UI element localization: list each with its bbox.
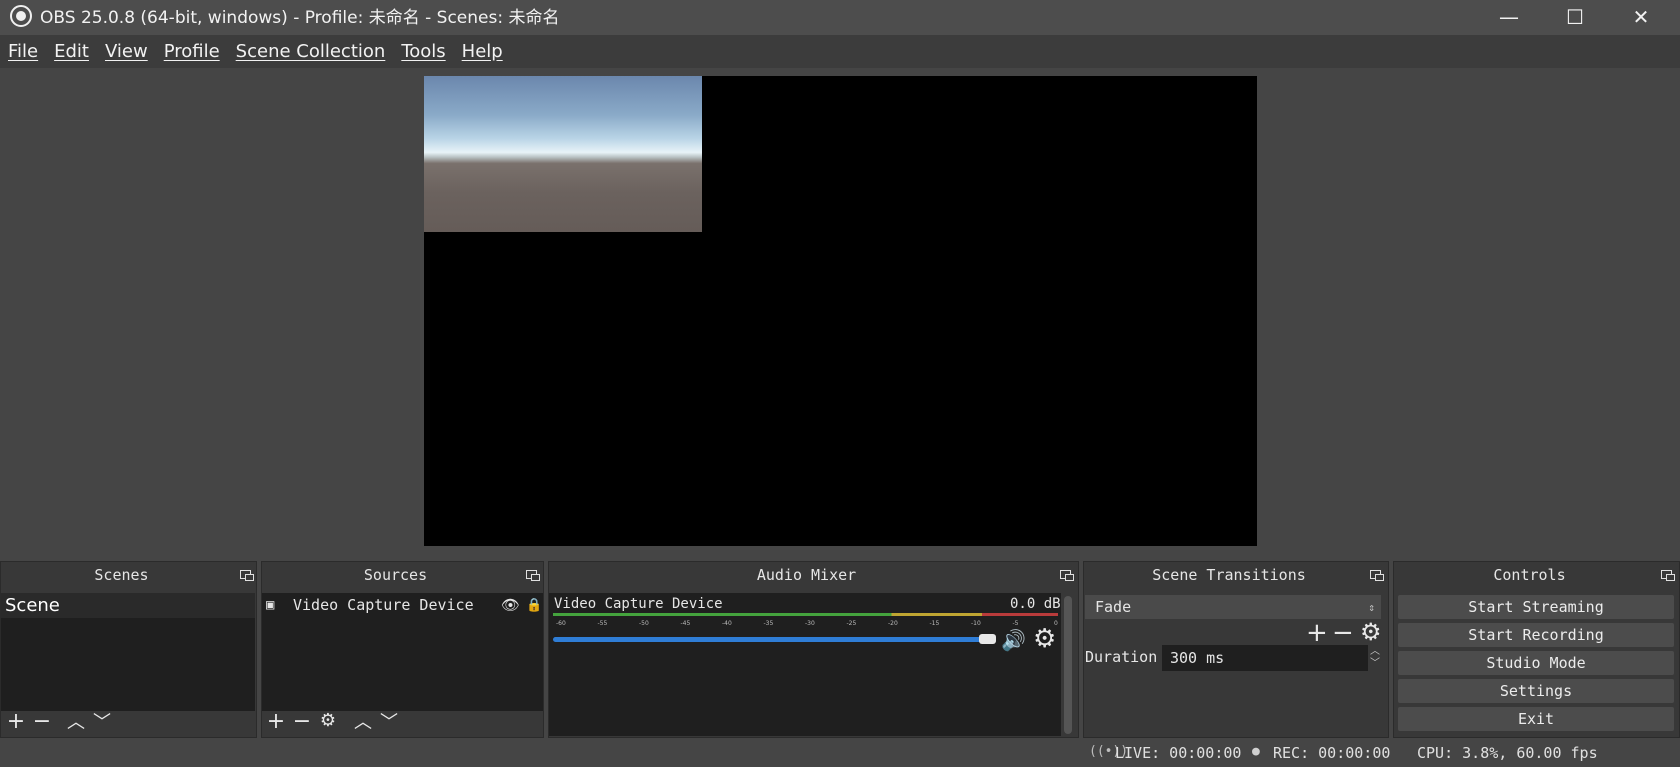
move-source-up-icon[interactable]: ︿ <box>353 714 373 732</box>
mixer-float-icon[interactable] <box>1060 570 1074 581</box>
rec-time: REC: 00:00:00 <box>1273 744 1391 762</box>
move-source-down-icon[interactable]: ﹀ <box>379 714 399 732</box>
mixer-scrollbar[interactable] <box>1064 596 1072 734</box>
start-streaming-button[interactable]: Start Streaming <box>1398 595 1674 619</box>
menu-scene-collection[interactable]: Scene Collection <box>228 41 394 62</box>
transitions-float-icon[interactable] <box>1370 570 1384 581</box>
source-label: Video Capture Device <box>293 596 474 614</box>
studio-mode-button[interactable]: Studio Mode <box>1398 651 1674 675</box>
source-list-item[interactable]: ▣ Video Capture Device 👁 🔒 <box>263 593 542 618</box>
move-scene-down-icon[interactable]: ﹀ <box>92 714 112 732</box>
start-recording-button[interactable]: Start Recording <box>1398 623 1674 647</box>
meter-tick-label: -5 <box>1012 620 1019 627</box>
controls-dock-title: Controls <box>1493 566 1566 584</box>
transition-select[interactable]: Fade <box>1085 595 1381 619</box>
controls-float-icon[interactable] <box>1661 570 1675 581</box>
add-scene-icon[interactable]: + <box>6 711 26 733</box>
cpu-fps: CPU: 3.8%, 60.00 fps <box>1417 744 1598 762</box>
remove-scene-icon[interactable]: − <box>32 711 52 733</box>
meter-tick-label: -25 <box>846 620 857 627</box>
menu-file[interactable]: File <box>0 41 46 62</box>
scene-transitions-dock-title: Scene Transitions <box>1152 566 1306 584</box>
lock-icon[interactable]: 🔒 <box>526 593 542 618</box>
mixer-channel-name: Video Capture Device <box>554 596 723 612</box>
meter-tick-label: -30 <box>805 620 815 627</box>
audio-level-meter <box>553 613 1058 616</box>
meter-tick-label: -45 <box>680 620 691 627</box>
duration-input[interactable]: 300 ms <box>1162 645 1368 671</box>
scenes-dock-title: Scenes <box>94 566 149 584</box>
menu-view[interactable]: View <box>97 41 156 62</box>
exit-button[interactable]: Exit <box>1398 707 1674 731</box>
move-scene-up-icon[interactable]: ︿ <box>66 714 86 732</box>
record-dot-icon: ● <box>1252 744 1260 759</box>
meter-tick-label: -10 <box>971 620 981 627</box>
window-title: OBS 25.0.8 (64-bit, windows) - Profile: … <box>40 8 560 28</box>
volume-slider[interactable] <box>553 637 993 642</box>
title-bar: OBS 25.0.8 (64-bit, windows) - Profile: … <box>0 0 1680 35</box>
menu-edit[interactable]: Edit <box>46 41 97 62</box>
close-button[interactable]: ✕ <box>1608 0 1674 33</box>
meter-tick-label: -55 <box>597 620 608 627</box>
live-time: LIVE: 00:00:00 <box>1115 744 1242 762</box>
camera-icon: ▣ <box>266 597 275 613</box>
meter-tick-label: -35 <box>763 620 774 627</box>
obs-logo-icon <box>10 5 32 27</box>
spin-down-icon[interactable]: ﹀ <box>1370 658 1380 670</box>
audio-mixer-dock-title: Audio Mixer <box>756 566 857 584</box>
add-transition-icon[interactable]: + <box>1306 620 1328 646</box>
menu-tools[interactable]: Tools <box>393 41 453 62</box>
spin-up-icon[interactable]: ︿ <box>1370 646 1380 658</box>
mixer-gear-icon[interactable]: ⚙ <box>1033 624 1056 654</box>
video-capture-preview[interactable] <box>424 76 702 232</box>
meter-tick-label: -50 <box>639 620 649 627</box>
maximize-button[interactable]: ☐ <box>1542 0 1608 33</box>
menu-profile[interactable]: Profile <box>156 41 228 62</box>
duration-spinner[interactable]: ︿ ﹀ <box>1368 645 1382 671</box>
volume-slider-handle[interactable] <box>979 634 996 644</box>
meter-tick-label: -60 <box>556 620 566 627</box>
mixer-db-readout: 0.0 dB <box>1010 596 1061 612</box>
meter-tick-label: -20 <box>888 620 898 627</box>
sources-float-icon[interactable] <box>526 570 540 581</box>
remove-transition-icon[interactable]: − <box>1332 620 1354 646</box>
meter-tick-label: -40 <box>722 620 732 627</box>
speaker-icon[interactable]: 🔊 <box>1001 628 1026 652</box>
scenes-float-icon[interactable] <box>240 570 254 581</box>
menu-bar: File Edit View Profile Scene Collection … <box>0 35 1680 68</box>
minimize-button[interactable]: — <box>1476 0 1542 33</box>
menu-help[interactable]: Help <box>454 41 511 62</box>
select-arrows-icon: ⇕ <box>1368 600 1375 614</box>
scene-list-item[interactable]: Scene <box>1 593 255 618</box>
meter-tick-label: -15 <box>929 620 940 627</box>
sources-dock-title: Sources <box>363 566 428 584</box>
status-bar: ((•)) LIVE: 00:00:00 ● REC: 00:00:00 CPU… <box>0 740 1680 767</box>
remove-source-icon[interactable]: − <box>292 711 312 733</box>
source-properties-gear-icon[interactable]: ⚙ <box>318 712 338 730</box>
duration-label: Duration <box>1085 648 1158 666</box>
eye-icon[interactable]: 👁 <box>501 593 520 618</box>
settings-button[interactable]: Settings <box>1398 679 1674 703</box>
transition-gear-icon[interactable]: ⚙ <box>1360 620 1382 644</box>
add-source-icon[interactable]: + <box>266 711 286 733</box>
